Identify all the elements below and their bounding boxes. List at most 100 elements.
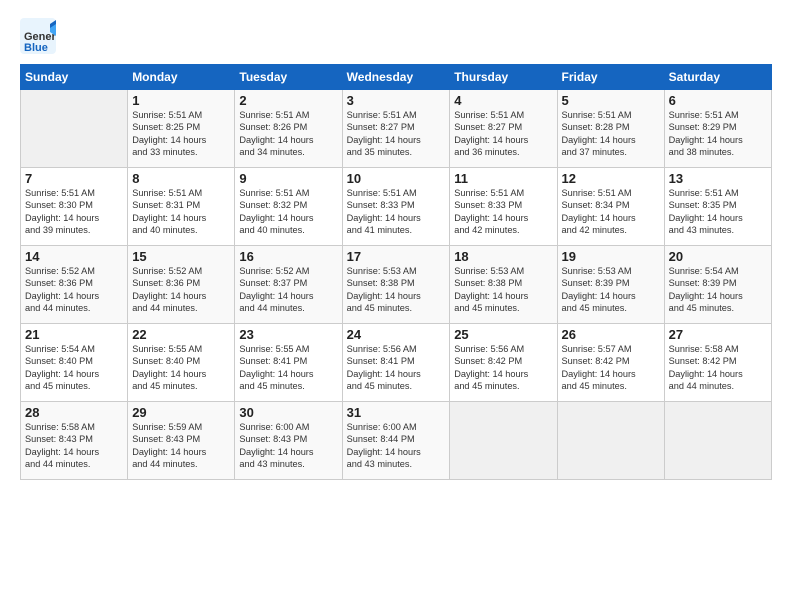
- calendar-cell: 17Sunrise: 5:53 AM Sunset: 8:38 PM Dayli…: [342, 246, 450, 324]
- day-number: 3: [347, 93, 446, 108]
- calendar-cell: 4Sunrise: 5:51 AM Sunset: 8:27 PM Daylig…: [450, 90, 557, 168]
- calendar-week-row: 7Sunrise: 5:51 AM Sunset: 8:30 PM Daylig…: [21, 168, 772, 246]
- calendar-cell: 27Sunrise: 5:58 AM Sunset: 8:42 PM Dayli…: [664, 324, 771, 402]
- day-info: Sunrise: 5:59 AM Sunset: 8:43 PM Dayligh…: [132, 421, 230, 471]
- weekday-header: Sunday: [21, 65, 128, 90]
- calendar-cell: 1Sunrise: 5:51 AM Sunset: 8:25 PM Daylig…: [128, 90, 235, 168]
- calendar-week-row: 21Sunrise: 5:54 AM Sunset: 8:40 PM Dayli…: [21, 324, 772, 402]
- calendar-cell: [664, 402, 771, 480]
- day-number: 16: [239, 249, 337, 264]
- day-info: Sunrise: 5:53 AM Sunset: 8:38 PM Dayligh…: [347, 265, 446, 315]
- day-number: 19: [562, 249, 660, 264]
- calendar-cell: 21Sunrise: 5:54 AM Sunset: 8:40 PM Dayli…: [21, 324, 128, 402]
- day-info: Sunrise: 5:58 AM Sunset: 8:42 PM Dayligh…: [669, 343, 767, 393]
- calendar-cell: 8Sunrise: 5:51 AM Sunset: 8:31 PM Daylig…: [128, 168, 235, 246]
- calendar-cell: 28Sunrise: 5:58 AM Sunset: 8:43 PM Dayli…: [21, 402, 128, 480]
- day-info: Sunrise: 5:52 AM Sunset: 8:36 PM Dayligh…: [132, 265, 230, 315]
- day-number: 30: [239, 405, 337, 420]
- calendar-header-row: SundayMondayTuesdayWednesdayThursdayFrid…: [21, 65, 772, 90]
- day-number: 17: [347, 249, 446, 264]
- day-number: 7: [25, 171, 123, 186]
- day-info: Sunrise: 5:51 AM Sunset: 8:27 PM Dayligh…: [347, 109, 446, 159]
- calendar-cell: 26Sunrise: 5:57 AM Sunset: 8:42 PM Dayli…: [557, 324, 664, 402]
- calendar-cell: 12Sunrise: 5:51 AM Sunset: 8:34 PM Dayli…: [557, 168, 664, 246]
- day-info: Sunrise: 5:51 AM Sunset: 8:26 PM Dayligh…: [239, 109, 337, 159]
- calendar-cell: 18Sunrise: 5:53 AM Sunset: 8:38 PM Dayli…: [450, 246, 557, 324]
- calendar-cell: 20Sunrise: 5:54 AM Sunset: 8:39 PM Dayli…: [664, 246, 771, 324]
- calendar-cell: 16Sunrise: 5:52 AM Sunset: 8:37 PM Dayli…: [235, 246, 342, 324]
- day-number: 26: [562, 327, 660, 342]
- calendar-week-row: 28Sunrise: 5:58 AM Sunset: 8:43 PM Dayli…: [21, 402, 772, 480]
- weekday-header: Monday: [128, 65, 235, 90]
- calendar-cell: 22Sunrise: 5:55 AM Sunset: 8:40 PM Dayli…: [128, 324, 235, 402]
- calendar-cell: 13Sunrise: 5:51 AM Sunset: 8:35 PM Dayli…: [664, 168, 771, 246]
- day-info: Sunrise: 5:51 AM Sunset: 8:33 PM Dayligh…: [454, 187, 552, 237]
- day-info: Sunrise: 5:56 AM Sunset: 8:41 PM Dayligh…: [347, 343, 446, 393]
- weekday-header: Thursday: [450, 65, 557, 90]
- day-info: Sunrise: 5:51 AM Sunset: 8:29 PM Dayligh…: [669, 109, 767, 159]
- calendar-cell: 11Sunrise: 5:51 AM Sunset: 8:33 PM Dayli…: [450, 168, 557, 246]
- day-info: Sunrise: 5:54 AM Sunset: 8:40 PM Dayligh…: [25, 343, 123, 393]
- calendar-cell: 15Sunrise: 5:52 AM Sunset: 8:36 PM Dayli…: [128, 246, 235, 324]
- calendar-cell: 23Sunrise: 5:55 AM Sunset: 8:41 PM Dayli…: [235, 324, 342, 402]
- weekday-header: Saturday: [664, 65, 771, 90]
- calendar: SundayMondayTuesdayWednesdayThursdayFrid…: [20, 64, 772, 480]
- day-number: 22: [132, 327, 230, 342]
- day-info: Sunrise: 5:51 AM Sunset: 8:35 PM Dayligh…: [669, 187, 767, 237]
- logo: General Blue: [20, 18, 56, 54]
- weekday-header: Friday: [557, 65, 664, 90]
- calendar-cell: 3Sunrise: 5:51 AM Sunset: 8:27 PM Daylig…: [342, 90, 450, 168]
- calendar-week-row: 14 Sunrise: 5:52 AM Sunset: 8:36 PM Dayli…: [21, 246, 772, 324]
- day-info: Sunrise: 6:00 AM Sunset: 8:44 PM Dayligh…: [347, 421, 446, 471]
- day-info: Sunrise: 5:51 AM Sunset: 8:30 PM Dayligh…: [25, 187, 123, 237]
- calendar-cell: 30Sunrise: 6:00 AM Sunset: 8:43 PM Dayli…: [235, 402, 342, 480]
- logo-icon: General Blue: [20, 18, 56, 54]
- calendar-cell: 14Sunrise: 5:52 AM Sunset: 8:36 PM Dayli…: [21, 246, 128, 324]
- calendar-week-row: 1Sunrise: 5:51 AM Sunset: 8:25 PM Daylig…: [21, 90, 772, 168]
- day-number: 1: [132, 93, 230, 108]
- day-number: 25: [454, 327, 552, 342]
- day-info: Sunrise: 5:51 AM Sunset: 8:32 PM Dayligh…: [239, 187, 337, 237]
- day-info: Sunrise: 5:51 AM Sunset: 8:34 PM Dayligh…: [562, 187, 660, 237]
- day-number: 18: [454, 249, 552, 264]
- day-number: 10: [347, 171, 446, 186]
- header: General Blue: [20, 18, 772, 54]
- day-info: Sunrise: 5:53 AM Sunset: 8:38 PM Dayligh…: [454, 265, 552, 315]
- day-number: 12: [562, 171, 660, 186]
- day-info: Sunrise: 5:58 AM Sunset: 8:43 PM Dayligh…: [25, 421, 123, 471]
- weekday-header: Wednesday: [342, 65, 450, 90]
- calendar-cell: 6Sunrise: 5:51 AM Sunset: 8:29 PM Daylig…: [664, 90, 771, 168]
- calendar-cell: 24Sunrise: 5:56 AM Sunset: 8:41 PM Dayli…: [342, 324, 450, 402]
- day-info: Sunrise: 5:53 AM Sunset: 8:39 PM Dayligh…: [562, 265, 660, 315]
- day-number: 2: [239, 93, 337, 108]
- calendar-cell: 19Sunrise: 5:53 AM Sunset: 8:39 PM Dayli…: [557, 246, 664, 324]
- day-number: 23: [239, 327, 337, 342]
- weekday-header: Tuesday: [235, 65, 342, 90]
- day-number: 21: [25, 327, 123, 342]
- day-number: 4: [454, 93, 552, 108]
- day-number: 31: [347, 405, 446, 420]
- day-info: Sunrise: 5:51 AM Sunset: 8:33 PM Dayligh…: [347, 187, 446, 237]
- day-number: 5: [562, 93, 660, 108]
- day-info: Sunrise: 5:55 AM Sunset: 8:40 PM Dayligh…: [132, 343, 230, 393]
- day-info: Sunrise: 5:57 AM Sunset: 8:42 PM Dayligh…: [562, 343, 660, 393]
- calendar-cell: [450, 402, 557, 480]
- page: General Blue SundayMondayTuesdayWednesda…: [0, 0, 792, 612]
- day-info: Sunrise: 5:55 AM Sunset: 8:41 PM Dayligh…: [239, 343, 337, 393]
- calendar-cell: 10Sunrise: 5:51 AM Sunset: 8:33 PM Dayli…: [342, 168, 450, 246]
- calendar-cell: 31Sunrise: 6:00 AM Sunset: 8:44 PM Dayli…: [342, 402, 450, 480]
- calendar-cell: 9Sunrise: 5:51 AM Sunset: 8:32 PM Daylig…: [235, 168, 342, 246]
- calendar-cell: 29Sunrise: 5:59 AM Sunset: 8:43 PM Dayli…: [128, 402, 235, 480]
- day-info: Sunrise: 5:52 AM Sunset: 8:37 PM Dayligh…: [239, 265, 337, 315]
- day-number: 6: [669, 93, 767, 108]
- day-number: 9: [239, 171, 337, 186]
- day-info: Sunrise: 5:51 AM Sunset: 8:25 PM Dayligh…: [132, 109, 230, 159]
- calendar-cell: 25Sunrise: 5:56 AM Sunset: 8:42 PM Dayli…: [450, 324, 557, 402]
- calendar-cell: [557, 402, 664, 480]
- calendar-cell: 7Sunrise: 5:51 AM Sunset: 8:30 PM Daylig…: [21, 168, 128, 246]
- day-number: 8: [132, 171, 230, 186]
- day-number: 13: [669, 171, 767, 186]
- day-info: Sunrise: 6:00 AM Sunset: 8:43 PM Dayligh…: [239, 421, 337, 471]
- calendar-cell: [21, 90, 128, 168]
- day-number: 14: [25, 249, 123, 264]
